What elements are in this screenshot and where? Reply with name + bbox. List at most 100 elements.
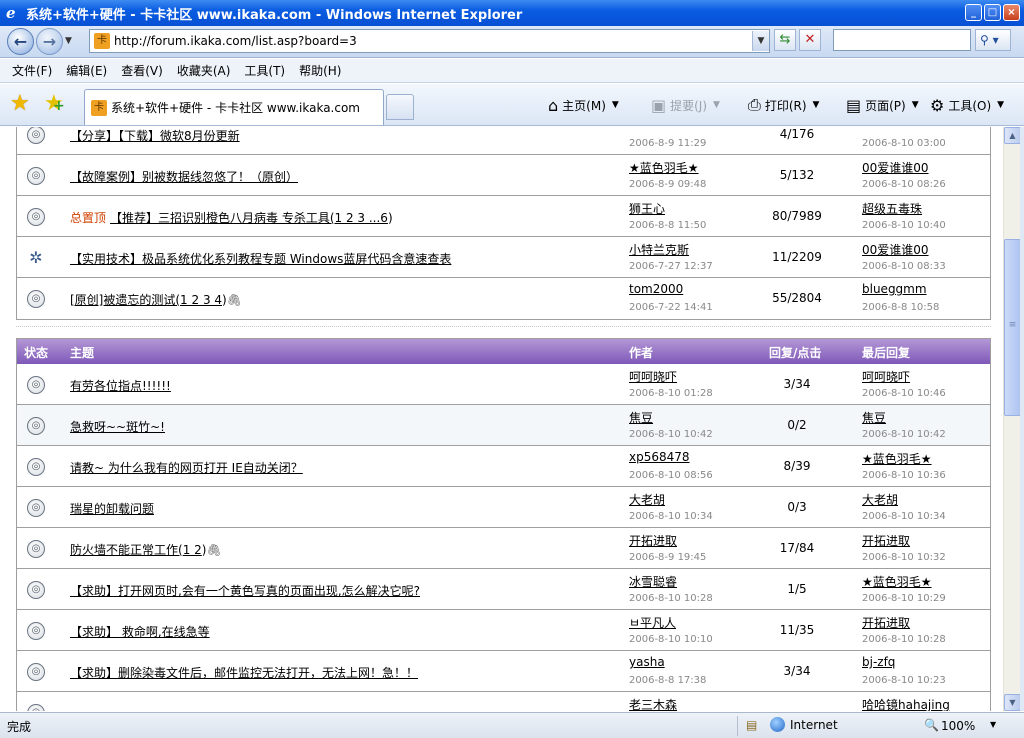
forward-button[interactable]: →	[36, 28, 63, 55]
thread-topic[interactable]: 请教~ 为什么我有的网页打开 IE自动关闭？	[70, 459, 303, 476]
table-row: ◎ 防火墙不能正常工作(1 2)🖇 开拓进取 2006-8-9 19:45 17…	[17, 528, 990, 569]
scroll-down-icon[interactable]: ▼	[1004, 694, 1021, 711]
thread-topic[interactable]: 有劳各位指点!!!!!!	[70, 377, 171, 394]
add-favorite-icon[interactable]: ★ +	[44, 92, 65, 116]
home-button[interactable]: ⌂ 主页(M) ▼	[548, 94, 619, 116]
last-reply-user[interactable]: 00爱谁谁00	[862, 241, 929, 258]
thread-topic[interactable]: 防火墙不能正常工作(1 2)🖇	[70, 541, 222, 558]
thread-topic[interactable]: 【求助】删除染毒文件后，邮件监控无法打开，无法上网！急！！	[70, 664, 418, 681]
thread-author[interactable]: 冰雪聪睿	[629, 573, 677, 590]
thread-author[interactable]: tom2000	[629, 282, 683, 296]
feeds-dropdown-icon[interactable]: ▼	[713, 100, 720, 110]
tab-active[interactable]: 卡 系统+软件+硬件 - 卡卡社区 www.ikaka.com	[84, 89, 384, 125]
thread-topic[interactable]: 总置顶 【推荐】三招识别橙色八月病毒 专杀工具(1 2 3 ...6)	[70, 209, 393, 226]
menu-favorites[interactable]: 收藏夹(A)	[177, 62, 231, 79]
last-reply-user[interactable]: 开拓进取	[862, 614, 910, 631]
url-text[interactable]: http://forum.ikaka.com/list.asp?board=3	[114, 34, 357, 48]
thread-topic[interactable]: 【故障案例】别被数据线忽悠了！（原创）	[70, 168, 298, 185]
thread-author[interactable]: 老三木森	[629, 696, 677, 711]
zoom-level[interactable]: 100%	[941, 719, 975, 733]
thread-date: 2006-7-22 14:41	[629, 302, 713, 313]
thread-date: 2006-8-10 10:10	[629, 634, 713, 645]
page-links[interactable]: 1 2 3 ...6	[335, 211, 388, 225]
search-input[interactable]	[833, 29, 971, 51]
table-row: ✲ 【实用技术】极品系统优化系列教程专题 Windows蓝屏代码含意速查表 小特…	[17, 237, 990, 278]
page-links[interactable]: 1 2 3 4	[180, 293, 222, 307]
thread-topic[interactable]: 急救呀~~斑竹~!	[70, 418, 165, 435]
last-reply-user[interactable]: blueggmm	[862, 282, 927, 296]
zoom-dropdown-icon[interactable]: ▼	[990, 720, 996, 729]
thread-author[interactable]: 狮王心	[629, 200, 665, 217]
thread-counts: 11/2209	[772, 250, 822, 264]
favorites-center-icon[interactable]: ★	[10, 92, 30, 116]
new-tab-button[interactable]	[386, 94, 414, 120]
last-reply-user[interactable]: 开拓进取	[862, 532, 910, 549]
page-content: ◎ 【分享】【下载】微软8月份更新 2006-8-9 11:29 4/176 2…	[0, 127, 1003, 711]
thread-counts: 17/84	[779, 541, 815, 555]
page-links[interactable]: 1 2	[183, 543, 202, 557]
menu-help[interactable]: 帮助(H)	[299, 62, 341, 79]
url-dropdown-icon[interactable]: ▼	[752, 31, 769, 51]
thread-topic[interactable]: 【实用技术】极品系统优化系列教程专题 Windows蓝屏代码含意速查表	[70, 250, 451, 267]
menu-file[interactable]: 文件(F)	[12, 62, 52, 79]
table-row: ◎ 有劳各位指点!!!!!! 呵呵晓吓 2006-8-10 01:28 3/34…	[17, 364, 990, 405]
thread-author[interactable]: ㅂ平凡人	[629, 614, 676, 631]
last-reply-user[interactable]: 超级五毒珠	[862, 200, 922, 217]
page-button[interactable]: ▤ 页面(P) ▼	[846, 94, 919, 116]
vertical-scrollbar[interactable]: ▲ ≡ ▼	[1003, 127, 1021, 711]
thread-author[interactable]: 大老胡	[629, 491, 665, 508]
page-dropdown-icon[interactable]: ▼	[912, 100, 919, 110]
last-reply-user[interactable]: 焦豆	[862, 409, 886, 426]
thread-author[interactable]: 开拓进取	[629, 532, 677, 549]
table-row: ◎ 急救呀~~斑竹~! 焦豆 2006-8-10 10:42 0/2 焦豆 20…	[17, 405, 990, 446]
url-field[interactable]: 卡 http://forum.ikaka.com/list.asp?board=…	[89, 29, 770, 53]
window-controls: _ □ ×	[965, 4, 1020, 21]
last-reply-user[interactable]: 00爱谁谁00	[862, 159, 929, 176]
last-reply-date: 2006-8-10 10:23	[862, 675, 946, 686]
search-button[interactable]: ⚲ ▾	[975, 29, 1011, 51]
last-reply-user[interactable]: ★蓝色羽毛★	[862, 450, 932, 467]
scroll-up-icon[interactable]: ▲	[1004, 127, 1021, 144]
thread-topic[interactable]: 【求助】打开网页时,会有一个黄色写真的页面出现,怎么解决它呢?	[70, 582, 420, 599]
thread-topic[interactable]: 【分享】【下载】微软8月份更新	[70, 127, 240, 144]
scroll-thumb[interactable]: ≡	[1004, 239, 1021, 416]
thread-counts: 55/2804	[772, 291, 822, 305]
refresh-button[interactable]: ⇆	[774, 29, 796, 51]
thread-status-icon: ◎	[27, 417, 45, 435]
thread-date: 2006-8-10 10:42	[629, 429, 713, 440]
last-reply-user[interactable]: ★蓝色羽毛★	[862, 573, 932, 590]
thread-author[interactable]: 小特兰克斯	[629, 241, 689, 258]
thread-status-icon: ◎	[27, 622, 45, 640]
maximize-button[interactable]: □	[984, 4, 1001, 21]
feeds-button[interactable]: ▣ 提要(J) ▼	[651, 94, 720, 116]
thread-topic[interactable]: [原创]被遗忘的测试(1 2 3 4)🖇	[70, 291, 242, 308]
home-dropdown-icon[interactable]: ▼	[612, 100, 619, 110]
menu-edit[interactable]: 编辑(E)	[66, 62, 107, 79]
tools-button[interactable]: ⚙ 工具(O) ▼	[930, 94, 1004, 116]
thread-author[interactable]: yasha	[629, 655, 665, 669]
thread-topic[interactable]: 瑞星的卸载问题	[70, 500, 154, 517]
minimize-button[interactable]: _	[965, 4, 982, 21]
last-reply-user[interactable]: 大老胡	[862, 491, 898, 508]
print-button[interactable]: ⎙ 打印(R) ▼	[748, 94, 819, 116]
security-zone[interactable]: Internet	[790, 718, 838, 732]
thread-topic[interactable]: 【求助】 救命啊,在线急等	[70, 623, 210, 640]
last-reply-user[interactable]: 呵呵晓吓	[862, 368, 910, 385]
print-dropdown-icon[interactable]: ▼	[813, 100, 820, 110]
tools-dropdown-icon[interactable]: ▼	[997, 100, 1004, 110]
back-button[interactable]: ←	[7, 28, 34, 55]
thread-counts: 3/34	[783, 377, 811, 391]
thread-author[interactable]: 呵呵晓吓	[629, 368, 677, 385]
recent-pages-dropdown[interactable]: ▼	[65, 36, 72, 46]
thread-author[interactable]: ★蓝色羽毛★	[629, 159, 699, 176]
last-reply-user[interactable]: bj-zfq	[862, 655, 895, 669]
last-reply-user[interactable]: 哈哈镜hahajing	[862, 696, 950, 711]
thread-author[interactable]: 焦豆	[629, 409, 653, 426]
thread-author[interactable]: xp568478	[629, 450, 690, 464]
thread-date: 2006-8-9 19:45	[629, 552, 707, 563]
stop-button[interactable]: ✕	[799, 29, 821, 51]
menu-view[interactable]: 查看(V)	[121, 62, 163, 79]
menu-tools[interactable]: 工具(T)	[244, 62, 285, 79]
status-text: 完成	[7, 720, 32, 734]
close-button[interactable]: ×	[1003, 4, 1020, 21]
